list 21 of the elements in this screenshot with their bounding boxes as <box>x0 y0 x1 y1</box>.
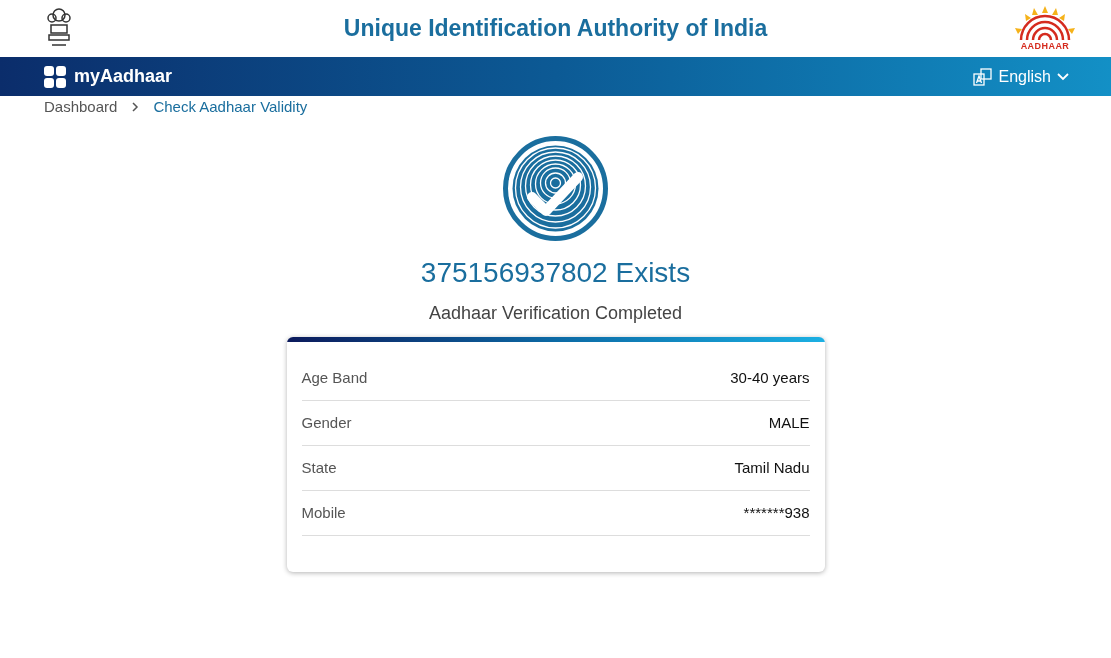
breadcrumb-link[interactable]: Dashboard <box>44 95 118 119</box>
result-heading: 375156937802 Exists <box>420 256 691 290</box>
translate-icon <box>972 67 993 86</box>
aadhaar-logo: AADHAAR <box>1013 6 1077 51</box>
breadcrumb-link[interactable]: Check Aadhaar Validity <box>153 95 308 119</box>
grid-icon <box>44 65 66 88</box>
detail-label: State <box>301 457 337 478</box>
chevron-right-icon <box>131 102 140 112</box>
detail-label: Mobile <box>301 502 346 523</box>
detail-value: MALE <box>768 412 810 433</box>
detail-value: Tamil Nadu <box>734 457 810 478</box>
detail-value: *******938 <box>743 502 810 523</box>
result-subtitle: Aadhaar Verification Completed <box>428 302 683 325</box>
fingerprint-check-icon <box>502 135 609 242</box>
detail-value: 30-40 years <box>730 367 810 388</box>
chevron-down-icon <box>1057 72 1069 81</box>
detail-label: Gender <box>301 412 352 433</box>
page-title: Unique Identification Authority of India <box>343 14 768 44</box>
detail-label: Age Band <box>301 367 368 388</box>
language-selector[interactable]: English <box>972 64 1069 89</box>
brand-name: myAadhaar <box>74 65 173 88</box>
